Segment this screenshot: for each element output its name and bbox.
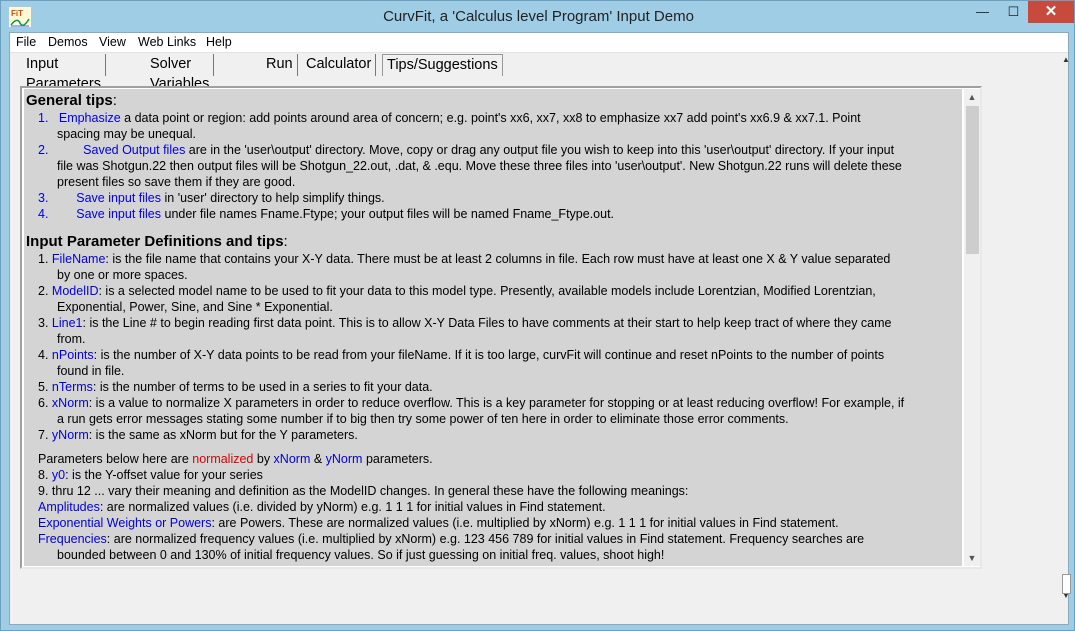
tab-run[interactable]: Run bbox=[262, 54, 298, 76]
general-tips-heading: General tips: bbox=[26, 92, 117, 109]
def-text: : is the file name that contains your X-… bbox=[105, 252, 891, 266]
def-5: 5. nTerms: is the number of terms to be … bbox=[26, 379, 962, 395]
def-number: 5. bbox=[38, 380, 49, 394]
tip-number: 2. bbox=[38, 143, 49, 157]
def-1: 1. FileName: is the file name that conta… bbox=[26, 251, 962, 283]
frequencies-line: Frequencies: are normalized frequency va… bbox=[38, 532, 865, 546]
def-text: Exponential, Power, Sine, and Sine * Exp… bbox=[57, 300, 333, 314]
menu-help[interactable]: Help bbox=[206, 35, 232, 49]
exponential-line: Exponential Weights or Powers: are Power… bbox=[38, 516, 839, 530]
exponential-weights-link[interactable]: Exponential Weights or Powers bbox=[38, 516, 211, 530]
menu-file[interactable]: File bbox=[16, 35, 36, 49]
param-8: 8. y0: is the Y-offset value for your se… bbox=[38, 468, 263, 482]
normalized-intro: Parameters below here are normalized by … bbox=[38, 452, 433, 466]
tab-tips-suggestions[interactable]: Tips/Suggestions bbox=[382, 54, 503, 76]
menu-web-links[interactable]: Web Links bbox=[138, 35, 196, 49]
tip-text: are in the 'user\output' directory. Move… bbox=[185, 143, 895, 157]
menu-view[interactable]: View bbox=[99, 35, 126, 49]
tab-solver-variables[interactable]: Solver Variables bbox=[146, 54, 215, 92]
tip-text: present files so save them if they are g… bbox=[57, 175, 296, 189]
close-button[interactable]: ✕ bbox=[1028, 1, 1074, 23]
def-text: : is the same as xNorm but for the Y par… bbox=[88, 428, 358, 442]
def-text: : is the Line # to begin reading first d… bbox=[82, 316, 892, 330]
input-defs-heading: Input Parameter Definitions and tips: bbox=[26, 233, 288, 250]
app-window: FiT CurvFit, a 'Calculus level Program' … bbox=[0, 0, 1075, 631]
tab-input-parameters[interactable]: Input Parameters bbox=[22, 54, 106, 92]
ynorm-link[interactable]: yNorm bbox=[52, 428, 89, 442]
scroll-thumb[interactable] bbox=[966, 106, 979, 254]
tip-text: a data point or region: add points aroun… bbox=[120, 111, 861, 125]
tips-panel: General tips: 1. Emphasize a data point … bbox=[20, 86, 982, 569]
def-number: 6. bbox=[38, 396, 49, 410]
def-2: 2. ModelID: is a selected model name to … bbox=[26, 283, 962, 315]
def-text: : is a value to normalize X parameters i… bbox=[88, 396, 905, 410]
def-text: from. bbox=[57, 332, 86, 346]
save-input-files-link[interactable]: Save input files bbox=[76, 207, 161, 221]
title-bar[interactable]: FiT CurvFit, a 'Calculus level Program' … bbox=[1, 1, 1075, 33]
save-input-files-link[interactable]: Save input files bbox=[76, 191, 161, 205]
def-text: found in file. bbox=[57, 364, 125, 378]
tip-text: under file names Fname.Ftype; your outpu… bbox=[161, 207, 615, 221]
minimize-button[interactable]: — bbox=[966, 1, 999, 23]
outer-scroll-thumb[interactable] bbox=[1062, 574, 1071, 594]
tip-text: spacing may be unequal. bbox=[57, 127, 196, 141]
frequencies-line-2: bounded between 0 and 130% of initial fr… bbox=[57, 548, 665, 562]
outer-scroll-up-icon[interactable]: ▲ bbox=[1062, 55, 1070, 64]
menu-demos[interactable]: Demos bbox=[48, 35, 88, 49]
general-tip-2: 2. Saved Output files are in the 'user\o… bbox=[26, 142, 962, 190]
tip-text: file was Shotgun.22 then output files wi… bbox=[57, 159, 902, 173]
nterms-link[interactable]: nTerms bbox=[52, 380, 93, 394]
amplitudes-line: Amplitudes: are normalized values (i.e. … bbox=[38, 500, 606, 514]
def-number: 4. bbox=[38, 348, 49, 362]
window-title: CurvFit, a 'Calculus level Program' Inpu… bbox=[383, 8, 694, 25]
def-6: 6. xNorm: is a value to normalize X para… bbox=[26, 395, 962, 427]
menu-bar: File Demos View Web Links Help bbox=[10, 33, 1068, 53]
param-9-12: 9. thru 12 ... vary their meaning and de… bbox=[38, 484, 689, 498]
saved-output-files-link[interactable]: Saved Output files bbox=[83, 143, 185, 157]
y0-link[interactable]: y0 bbox=[52, 468, 65, 482]
tip-number: 4. bbox=[38, 207, 49, 221]
def-4: 4. nPoints: is the number of X-Y data po… bbox=[26, 347, 962, 379]
def-number: 3. bbox=[38, 316, 49, 330]
def-text: a run gets error messages stating some n… bbox=[57, 412, 789, 426]
general-tip-3: 3. Save input files in 'user' directory … bbox=[26, 190, 962, 206]
frequencies-link[interactable]: Frequencies bbox=[38, 532, 107, 546]
tips-content: General tips: 1. Emphasize a data point … bbox=[24, 89, 962, 566]
outer-scrollbar[interactable]: ▲ ▼ bbox=[1062, 55, 1070, 600]
ynorm-link[interactable]: yNorm bbox=[326, 452, 363, 466]
tip-number: 3. bbox=[38, 191, 49, 205]
def-3: 3. Line1: is the Line # to begin reading… bbox=[26, 315, 962, 347]
maximize-button[interactable]: ☐ bbox=[997, 1, 1030, 23]
def-text: : is the number of X-Y data points to be… bbox=[93, 348, 885, 362]
scroll-up-icon[interactable]: ▲ bbox=[964, 89, 980, 105]
general-tip-4: 4. Save input files under file names Fna… bbox=[26, 206, 962, 222]
def-text: : is the number of terms to be used in a… bbox=[92, 380, 433, 394]
modelid-link[interactable]: ModelID bbox=[52, 284, 99, 298]
client-area: File Demos View Web Links Help Input Par… bbox=[9, 32, 1071, 625]
def-7: 7. yNorm: is the same as xNorm but for t… bbox=[26, 427, 962, 443]
xnorm-link[interactable]: xNorm bbox=[274, 452, 311, 466]
npoints-link[interactable]: nPoints bbox=[52, 348, 94, 362]
xnorm-link[interactable]: xNorm bbox=[52, 396, 89, 410]
general-tip-1: 1. Emphasize a data point or region: add… bbox=[26, 110, 962, 142]
def-text: : is a selected model name to be used to… bbox=[98, 284, 876, 298]
emphasize-link[interactable]: Emphasize bbox=[59, 111, 121, 125]
def-number: 7. bbox=[38, 428, 49, 442]
def-number: 2. bbox=[38, 284, 49, 298]
def-text: by one or more spaces. bbox=[57, 268, 188, 282]
line1-link[interactable]: Line1 bbox=[52, 316, 83, 330]
filename-link[interactable]: FileName bbox=[52, 252, 106, 266]
tab-calculator[interactable]: Calculator bbox=[302, 54, 377, 76]
scroll-down-icon[interactable]: ▼ bbox=[964, 550, 980, 566]
amplitudes-link[interactable]: Amplitudes bbox=[38, 500, 100, 514]
def-number: 1. bbox=[38, 252, 49, 266]
tip-number: 1. bbox=[38, 111, 49, 125]
tip-text: in 'user' directory to help simplify thi… bbox=[161, 191, 385, 205]
content-scrollbar[interactable]: ▲ ▼ bbox=[964, 89, 980, 566]
normalized-link[interactable]: normalized bbox=[192, 452, 253, 466]
